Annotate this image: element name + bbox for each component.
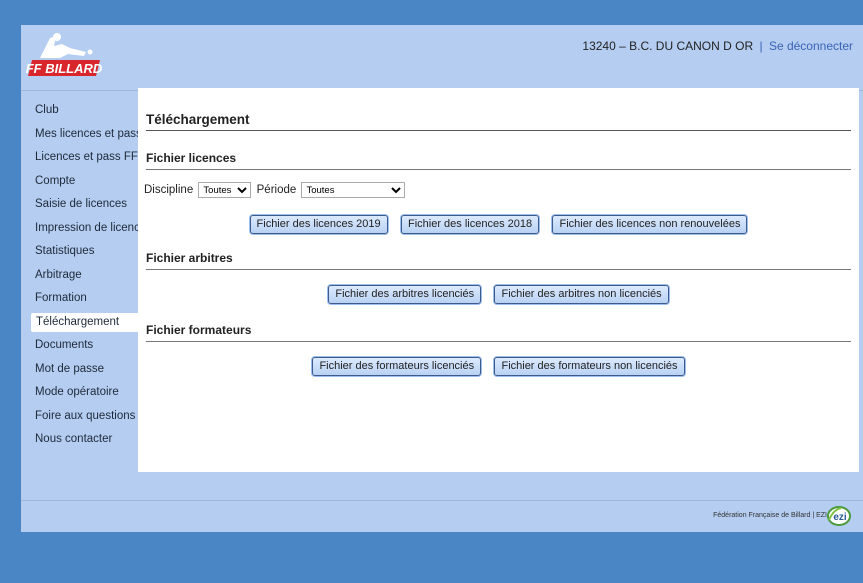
periode-label: Période <box>256 184 297 197</box>
sidebar-item-mes-licences[interactable]: Mes licences et pass <box>21 125 142 144</box>
main-content: Téléchargement Fichier licences Discipli… <box>138 88 859 472</box>
arbitres-licencies-button[interactable]: Fichier des arbitres licenciés <box>328 285 482 304</box>
licences-non-renouvelees-button[interactable]: Fichier des licences non renouvelées <box>552 215 748 234</box>
licences-2019-button[interactable]: Fichier des licences 2019 <box>249 215 388 234</box>
licences-buttons: Fichier des licences 2019 Fichier des li… <box>138 215 859 234</box>
sidebar-item-impression[interactable]: Impression de licences <box>21 219 152 238</box>
sidebar-item-mot-de-passe[interactable]: Mot de passe <box>21 360 138 379</box>
arbitres-non-licencies-button[interactable]: Fichier des arbitres non licenciés <box>494 285 669 304</box>
sidebar-item-mode-operatoire[interactable]: Mode opératoire <box>21 383 138 402</box>
sidebar-item-licences-ffb[interactable]: Licences et pass FFB <box>21 148 146 167</box>
licences-2018-button[interactable]: Fichier des licences 2018 <box>401 215 540 234</box>
sidebar-item-formation[interactable]: Formation <box>21 289 138 308</box>
sidebar-item-arbitrage[interactable]: Arbitrage <box>21 266 138 285</box>
discipline-select[interactable]: Toutes <box>198 182 252 198</box>
sidebar-item-faq[interactable]: Foire aux questions <box>21 407 138 426</box>
sidebar-item-compte[interactable]: Compte <box>21 172 138 191</box>
sidebar-item-documents[interactable]: Documents <box>21 336 138 355</box>
licence-filters: Discipline Toutes Période Toutes <box>144 182 407 198</box>
header: FF BILLARD 13240 – B.C. DU CANON D OR | … <box>21 25 863 91</box>
arbitres-buttons: Fichier des arbitres licenciés Fichier d… <box>138 285 859 304</box>
sidebar-item-statistiques[interactable]: Statistiques <box>21 242 138 261</box>
section-title-formateurs: Fichier formateurs <box>146 323 851 342</box>
ezi-logo-icon[interactable]: ezi <box>827 506 851 526</box>
ezi-logo-text: ezi <box>833 512 847 523</box>
club-name: 13240 – B.C. DU CANON D OR <box>582 39 754 53</box>
sidebar-item-saisie[interactable]: Saisie de licences <box>21 195 138 214</box>
separator: | <box>759 39 763 53</box>
footer: Fédération Française de Billard | EZI ez… <box>21 500 863 532</box>
formateurs-buttons: Fichier des formateurs licenciés Fichier… <box>138 357 859 376</box>
logo-text: FF BILLARD <box>26 61 103 76</box>
ffb-logo[interactable]: FF BILLARD <box>26 30 104 85</box>
formateurs-licencies-button[interactable]: Fichier des formateurs licenciés <box>312 357 482 376</box>
formateurs-non-licencies-button[interactable]: Fichier des formateurs non licenciés <box>494 357 685 376</box>
section-title-licences: Fichier licences <box>146 151 851 170</box>
sidebar-item-club[interactable]: Club <box>21 101 138 120</box>
sidebar-item-telechargement[interactable]: Téléchargement <box>31 312 143 332</box>
periode-select[interactable]: Toutes <box>301 182 406 198</box>
user-bar: 13240 – B.C. DU CANON D OR | Se déconnec… <box>582 39 853 53</box>
discipline-label: Discipline <box>144 184 194 197</box>
logout-link[interactable]: Se déconnecter <box>769 39 853 53</box>
sidebar-nav: Club Mes licences et pass Licences et pa… <box>21 101 152 454</box>
section-title-arbitres: Fichier arbitres <box>146 251 851 270</box>
footer-text: Fédération Française de Billard | EZI <box>713 512 827 519</box>
app-frame: FF BILLARD 13240 – B.C. DU CANON D OR | … <box>21 25 863 532</box>
page-title: Téléchargement <box>146 112 851 131</box>
sidebar-item-contact[interactable]: Nous contacter <box>21 430 138 449</box>
